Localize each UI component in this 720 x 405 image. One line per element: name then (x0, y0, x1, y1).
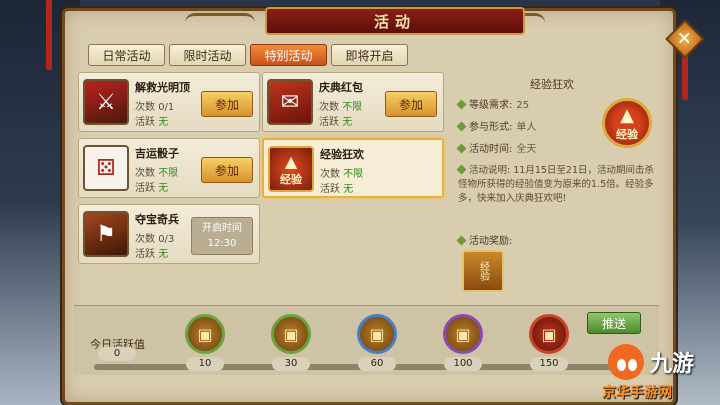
active-label: 活跃 (320, 184, 340, 195)
tab-bar: 日常活动 限时活动 特别活动 即将开启 (88, 44, 408, 66)
push-button[interactable]: 推送 (587, 312, 641, 334)
active-label: 活跃 (135, 183, 155, 194)
activity-detail-panel: 经验狂欢 等级需求: 25 参与形式: 单人 活动时间: 全天 活动说明: 11月15… (452, 72, 662, 298)
open-time-label: 开启时间 (202, 223, 242, 234)
count-value: 0/1 (158, 102, 175, 113)
up-arrow-icon: ▲ (284, 151, 298, 171)
bullet-icon (456, 164, 467, 175)
form-label: 参与形式: (469, 122, 513, 133)
active-value: 无 (343, 184, 354, 195)
chest-slot[interactable]: ▣ 60 (354, 314, 400, 371)
watermark-text: 九游 (650, 352, 695, 377)
count-label: 次数 (320, 169, 340, 180)
active-value: 无 (158, 117, 169, 128)
active-value: 无 (158, 183, 169, 194)
count-value: 不限 (343, 169, 364, 180)
window-title: 活动 (265, 7, 525, 35)
chest-icon: ▣ (357, 314, 397, 354)
watermark: 九游 京华手游网 (600, 338, 720, 405)
activity-name: 经验狂欢 (320, 148, 364, 161)
activeness-bar: 今日活跃值 0 ▣ 10 ▣ 30 ▣ 60 ▣ 100 ▣ 150 (74, 305, 659, 375)
count-value: 不限 (158, 168, 179, 179)
bullet-icon (456, 99, 467, 110)
level-label: 等级需求: (469, 100, 513, 111)
open-time-box: 开启时间 12:30 (191, 217, 253, 255)
reward-icon-label: 经验 (477, 261, 489, 281)
exp-icon-label: 经验 (280, 172, 302, 186)
title-ornament-left (185, 13, 255, 31)
active-label: 活跃 (135, 249, 155, 260)
milestone-value: 150 (530, 357, 568, 371)
form-value: 单人 (516, 122, 537, 133)
activity-card-treasure[interactable]: ⚑ 夺宝奇兵 次数 0/3 活跃 无 开启时间 12:30 (78, 204, 260, 264)
activity-card-dice[interactable]: ⚄ 吉运骰子 次数 不限 活跃 无 参加 (78, 138, 260, 198)
exp-book-reward-icon[interactable]: 经验 (462, 250, 504, 292)
desc-label: 活动说明: (469, 165, 511, 176)
exp-icon: ▲ 经验 (268, 146, 314, 192)
bullet-icon (456, 235, 467, 246)
chest-slot[interactable]: ▣ 100 (440, 314, 486, 371)
activity-list: ⚔ 解救光明顶 次数 0/1 活跃 无 参加 ✉ 庆典红包 次数 不限 活跃 无… (78, 72, 448, 292)
activity-card-red-envelope[interactable]: ✉ 庆典红包 次数 不限 活跃 无 参加 (262, 72, 444, 132)
chest-slot[interactable]: ▣ 150 (526, 314, 572, 371)
count-label: 次数 (135, 102, 155, 113)
level-value: 25 (516, 100, 530, 111)
milestone-value: 10 (186, 357, 224, 371)
activity-card-exp-carnival[interactable]: ▲ 经验 经验狂欢 次数 不限 活跃 无 (262, 138, 444, 198)
reward-label: 活动奖励: (469, 236, 513, 247)
tab-upcoming[interactable]: 即将开启 (331, 44, 408, 66)
description: 活动说明: 11月15日至21日，活动期间击杀怪物所获得的经验值变为原来的1.5… (456, 164, 658, 206)
open-time-value: 12:30 (207, 238, 237, 249)
warrior-icon: ⚔ (83, 79, 129, 125)
activeness-current: 0 (98, 347, 136, 361)
watermark-logo-icon (608, 344, 644, 380)
dice-icon: ⚄ (83, 145, 129, 191)
count-value: 不限 (342, 102, 363, 113)
watermark-subtext: 京华手游网 (602, 385, 672, 401)
bullet-icon (456, 121, 467, 132)
active-value: 无 (158, 249, 169, 260)
chest-icon: ▣ (271, 314, 311, 354)
milestone-value: 60 (358, 357, 396, 371)
activity-card-rescue[interactable]: ⚔ 解救光明顶 次数 0/1 活跃 无 参加 (78, 72, 260, 132)
join-button[interactable]: 参加 (201, 157, 253, 183)
active-label: 活跃 (319, 117, 339, 128)
count-value: 0/3 (158, 234, 175, 245)
chest-slot[interactable]: ▣ 30 (268, 314, 314, 371)
milestone-value: 100 (444, 357, 482, 371)
exp-big-icon: ▲ 经验 (602, 98, 652, 148)
active-value: 无 (342, 117, 353, 128)
big-icon-label: 经验 (616, 127, 638, 141)
chest-icon: ▣ (185, 314, 225, 354)
tab-special[interactable]: 特别活动 (250, 44, 327, 66)
time-value: 全天 (516, 144, 537, 155)
join-button[interactable]: 参加 (201, 91, 253, 117)
lantern-decoration (46, 0, 52, 70)
bullet-icon (456, 143, 467, 154)
tab-limited[interactable]: 限时活动 (169, 44, 246, 66)
chest-icon: ▣ (529, 314, 569, 354)
activity-name: 夺宝奇兵 (135, 213, 179, 226)
count-label: 次数 (319, 102, 339, 113)
chest-icon: ▣ (443, 314, 483, 354)
detail-title: 经验狂欢 (530, 78, 574, 91)
treasure-soldier-icon: ⚑ (83, 211, 129, 257)
count-label: 次数 (135, 234, 155, 245)
milestone-value: 30 (272, 357, 310, 371)
join-button[interactable]: 参加 (385, 91, 437, 117)
activity-name: 庆典红包 (319, 81, 363, 94)
tab-daily[interactable]: 日常活动 (88, 44, 165, 66)
close-icon: ✕ (677, 28, 693, 50)
red-envelope-icon: ✉ (267, 79, 313, 125)
chest-slot[interactable]: ▣ 10 (182, 314, 228, 371)
time-label: 活动时间: (469, 144, 513, 155)
up-arrow-icon: ▲ (620, 104, 634, 126)
count-label: 次数 (135, 168, 155, 179)
activity-name: 吉运骰子 (135, 147, 179, 160)
active-label: 活跃 (135, 117, 155, 128)
activity-name: 解救光明顶 (135, 81, 190, 94)
